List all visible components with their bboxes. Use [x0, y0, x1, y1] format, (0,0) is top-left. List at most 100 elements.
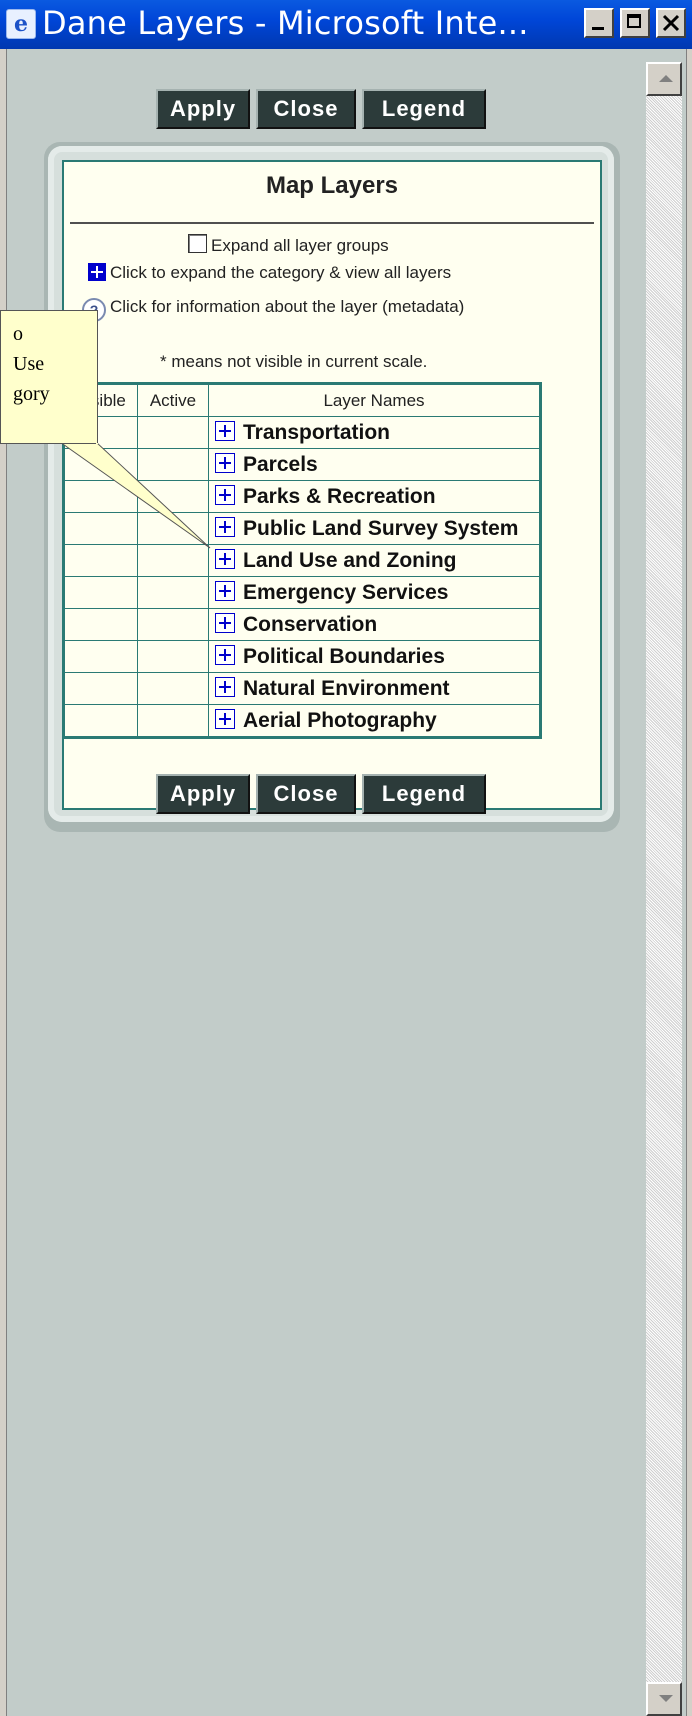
minimize-icon	[592, 27, 604, 30]
table-row: Transportation	[63, 416, 541, 449]
table-row: Land Use and Zoning	[63, 544, 541, 577]
info-hint: ?Click for information about the layer (…	[82, 297, 464, 322]
layer-name: Conservation	[243, 612, 378, 636]
visible-cell	[63, 512, 138, 545]
visible-cell	[63, 448, 138, 481]
visible-cell	[63, 608, 138, 641]
active-cell	[137, 480, 209, 513]
layer-name-cell: Emergency Services	[208, 576, 541, 609]
table-row: Emergency Services	[63, 576, 541, 609]
layer-name-cell: Parcels	[208, 448, 541, 481]
active-cell	[137, 672, 209, 705]
table-row: Parcels	[63, 448, 541, 481]
layer-name-cell: Conservation	[208, 608, 541, 641]
expand-hint-text: Click to expand the category & view all …	[110, 263, 452, 282]
expand-plus-icon[interactable]	[215, 452, 235, 473]
active-cell	[137, 544, 209, 577]
layer-name: Natural Environment	[243, 676, 450, 700]
scale-note: * means not visible in current scale.	[160, 352, 428, 371]
layer-name-cell: Political Boundaries	[208, 640, 541, 673]
layers-table: Visible Active Layer Names Transportatio…	[62, 382, 542, 739]
scroll-down-button[interactable]	[646, 1682, 682, 1716]
info-hint-text: Click for information about the layer (m…	[110, 297, 465, 316]
window-frame-left	[0, 49, 7, 1716]
vertical-scrollbar[interactable]	[646, 62, 682, 1716]
layer-name-cell: Transportation	[208, 416, 541, 449]
scroll-up-button[interactable]	[646, 62, 682, 96]
expand-all-option[interactable]: Expand all layer groups	[188, 234, 389, 256]
top-button-row: Apply Close Legend	[156, 89, 486, 129]
table-row: Political Boundaries	[63, 640, 541, 673]
visible-cell	[63, 640, 138, 673]
close-button[interactable]: Close	[256, 89, 356, 129]
ie-icon: e	[6, 9, 36, 39]
apply-button[interactable]: Apply	[156, 89, 250, 129]
active-cell	[137, 704, 209, 738]
expand-plus-icon[interactable]	[215, 612, 235, 633]
header-layer-names: Layer Names	[208, 383, 541, 417]
divider	[70, 222, 594, 224]
layer-name-cell: Public Land Survey System	[208, 512, 541, 545]
layer-name: Parks & Recreation	[243, 484, 436, 508]
arrow-down-icon	[659, 1695, 673, 1702]
expand-hint: Click to expand the category & view all …	[88, 263, 451, 283]
active-cell	[137, 608, 209, 641]
table-row: Public Land Survey System	[63, 512, 541, 545]
table-row: Conservation	[63, 608, 541, 641]
active-cell	[137, 640, 209, 673]
callout-line-1: o	[13, 323, 23, 345]
active-cell	[137, 576, 209, 609]
layer-name: Parcels	[243, 452, 318, 476]
maximize-icon	[627, 14, 641, 28]
expand-plus-icon[interactable]	[215, 420, 235, 441]
bottom-button-row: Apply Close Legend	[156, 774, 486, 814]
visible-cell	[63, 576, 138, 609]
expand-plus-icon[interactable]	[215, 708, 235, 729]
active-cell	[137, 448, 209, 481]
arrow-up-icon	[659, 75, 673, 82]
expand-plus-icon[interactable]	[215, 644, 235, 665]
visible-cell	[63, 672, 138, 705]
window-title: Dane Layers - Microsoft Inte...	[42, 4, 529, 42]
callout-tooltip: o Use gory	[0, 310, 98, 444]
layer-name-cell: Land Use and Zoning	[208, 544, 541, 577]
callout-line-3: gory	[13, 383, 50, 405]
expand-plus-icon[interactable]	[215, 484, 235, 505]
apply-button-bottom[interactable]: Apply	[156, 774, 250, 814]
layer-name: Aerial Photography	[243, 708, 437, 732]
visible-cell	[63, 544, 138, 577]
table-row: Parks & Recreation	[63, 480, 541, 513]
layer-name: Emergency Services	[243, 580, 449, 604]
close-window-button[interactable]	[656, 8, 686, 38]
active-cell	[137, 416, 209, 449]
minimize-button[interactable]	[584, 8, 614, 38]
layer-name-cell: Parks & Recreation	[208, 480, 541, 513]
layer-name-cell: Aerial Photography	[208, 704, 541, 738]
table-row: Aerial Photography	[63, 704, 541, 738]
close-button-bottom[interactable]: Close	[256, 774, 356, 814]
expand-plus-icon[interactable]	[215, 516, 235, 537]
expand-plus-icon[interactable]	[215, 676, 235, 697]
layer-name: Political Boundaries	[243, 644, 445, 668]
legend-button-bottom[interactable]: Legend	[362, 774, 486, 814]
title-bar: e Dane Layers - Microsoft Inte...	[0, 0, 692, 49]
maximize-button[interactable]	[620, 8, 650, 38]
plus-icon	[88, 263, 106, 281]
layer-name-cell: Natural Environment	[208, 672, 541, 705]
callout-join	[96, 443, 98, 444]
layer-name: Land Use and Zoning	[243, 548, 457, 572]
expand-all-checkbox[interactable]	[188, 234, 207, 253]
visible-cell	[63, 704, 138, 738]
layer-name: Public Land Survey System	[243, 516, 519, 540]
close-icon	[662, 14, 680, 32]
expand-all-label: Expand all layer groups	[211, 236, 389, 255]
legend-button[interactable]: Legend	[362, 89, 486, 129]
visible-cell	[63, 480, 138, 513]
table-row: Natural Environment	[63, 672, 541, 705]
expand-plus-icon[interactable]	[215, 548, 235, 569]
window-frame-right	[686, 49, 692, 1716]
layer-name: Transportation	[243, 420, 391, 444]
callout-line-2: Use	[13, 353, 45, 375]
expand-plus-icon[interactable]	[215, 580, 235, 601]
active-cell	[137, 512, 209, 545]
